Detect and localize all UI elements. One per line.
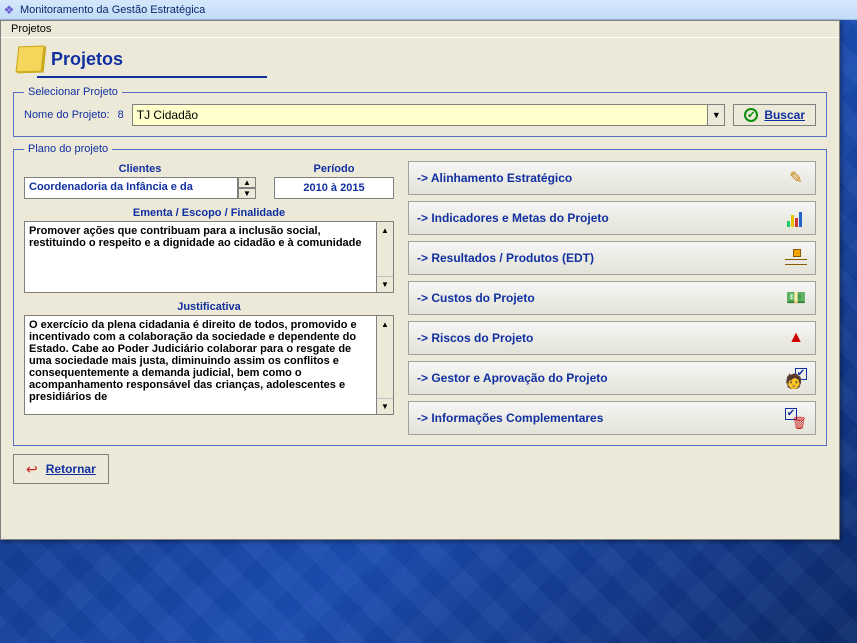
- nav-gestor-label: -> Gestor e Aprovação do Projeto: [417, 371, 783, 385]
- just-scroll-up[interactable]: ▲: [377, 316, 393, 332]
- clientes-down-button[interactable]: ▼: [238, 188, 256, 199]
- window-titlebar: ❖ Monitoramento da Gestão Estratégica: [0, 0, 857, 20]
- ementa-textarea[interactable]: Promover ações que contribuam para a inc…: [24, 221, 377, 293]
- nav-informacoes-complementares[interactable]: -> Informações Complementares: [408, 401, 816, 435]
- header-divider: [37, 76, 267, 78]
- warning-icon: ▲: [783, 326, 809, 350]
- edit-icon: ✎: [783, 166, 809, 190]
- nav-indicadores-label: -> Indicadores e Metas do Projeto: [417, 211, 783, 225]
- nav-resultados-label: -> Resultados / Produtos (EDT): [417, 251, 783, 265]
- head-justificativa: Justificativa: [24, 301, 394, 313]
- nav-gestor-aprovacao[interactable]: -> Gestor e Aprovação do Projeto: [408, 361, 816, 395]
- project-name-combo: ▼: [132, 104, 726, 126]
- label-projeto-number: 8: [118, 109, 124, 121]
- clientes-selector: Coordenadoria da Infância e da ▲ ▼: [24, 177, 256, 199]
- nav-riscos-label: -> Riscos do Projeto: [417, 331, 783, 345]
- menubar: Projetos: [1, 21, 839, 38]
- nav-alinhamento-label: -> Alinhamento Estratégico: [417, 171, 783, 185]
- nav-indicadores-metas[interactable]: -> Indicadores e Metas do Projeto: [408, 201, 816, 235]
- ementa-scroll-up[interactable]: ▲: [377, 222, 393, 238]
- window-title: Monitoramento da Gestão Estratégica: [18, 4, 205, 16]
- page-header: Projetos: [17, 46, 823, 72]
- chart-icon: [783, 206, 809, 230]
- justificativa-scrollbar: ▲ ▼: [377, 315, 394, 415]
- org-chart-icon: [783, 246, 809, 270]
- nav-custos-projeto[interactable]: -> Custos do Projeto 💵: [408, 281, 816, 315]
- just-scroll-down[interactable]: ▼: [377, 398, 393, 414]
- head-clientes: Clientes: [24, 163, 256, 175]
- buscar-button[interactable]: ✔ Buscar: [733, 104, 816, 126]
- justificativa-textarea[interactable]: O exercício da plena cidadania é direito…: [24, 315, 377, 415]
- info-extra-icon: [783, 406, 809, 430]
- buscar-label: Buscar: [764, 108, 805, 122]
- project-name-dropdown-button[interactable]: ▼: [707, 104, 725, 126]
- legend-selecionar-projeto: Selecionar Projeto: [24, 86, 122, 98]
- main-window: Projetos Projetos Selecionar Projeto Nom…: [0, 20, 840, 540]
- project-name-input[interactable]: [132, 104, 708, 126]
- money-icon: 💵: [783, 286, 809, 310]
- legend-plano-projeto: Plano do projeto: [24, 143, 112, 155]
- retornar-label: Retornar: [46, 462, 96, 476]
- retornar-button[interactable]: ↩ Retornar: [13, 454, 109, 484]
- nav-riscos-projeto[interactable]: -> Riscos do Projeto ▲: [408, 321, 816, 355]
- app-icon: ❖: [0, 3, 18, 17]
- ementa-scroll-down[interactable]: ▼: [377, 276, 393, 292]
- return-arrow-icon: ↩: [26, 461, 38, 478]
- clientes-value[interactable]: Coordenadoria da Infância e da: [24, 177, 238, 199]
- projects-icon: [16, 46, 45, 73]
- nav-complementares-label: -> Informações Complementares: [417, 411, 783, 425]
- head-periodo: Período: [274, 163, 394, 175]
- fieldset-selecionar-projeto: Selecionar Projeto Nome do Projeto: 8 ▼ …: [13, 86, 827, 137]
- head-ementa: Ementa / Escopo / Finalidade: [24, 207, 394, 219]
- ementa-scrollbar: ▲ ▼: [377, 221, 394, 293]
- check-icon: ✔: [744, 108, 758, 122]
- menu-item-projetos[interactable]: Projetos: [7, 22, 55, 36]
- nav-custos-label: -> Custos do Projeto: [417, 291, 783, 305]
- approval-icon: [783, 366, 809, 390]
- fieldset-plano-projeto: Plano do projeto Clientes Coordenadoria …: [13, 143, 827, 446]
- page-title: Projetos: [51, 49, 123, 70]
- label-nome-projeto: Nome do Projeto:: [24, 109, 110, 121]
- clientes-up-button[interactable]: ▲: [238, 177, 256, 188]
- periodo-value: 2010 à 2015: [274, 177, 394, 199]
- clientes-spinner: ▲ ▼: [238, 177, 256, 199]
- nav-resultados-produtos[interactable]: -> Resultados / Produtos (EDT): [408, 241, 816, 275]
- nav-alinhamento-estrategico[interactable]: -> Alinhamento Estratégico ✎: [408, 161, 816, 195]
